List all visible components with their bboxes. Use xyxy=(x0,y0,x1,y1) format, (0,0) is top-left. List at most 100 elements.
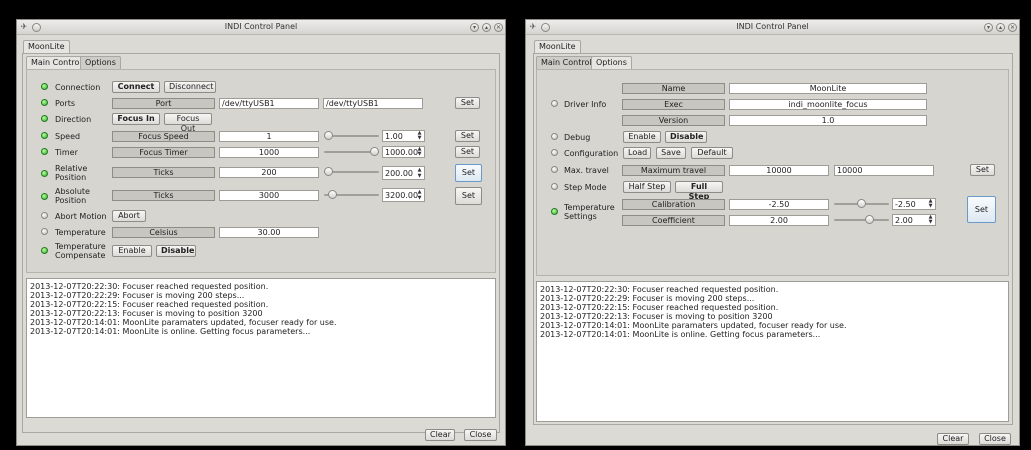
minimize-button[interactable]: ▾ xyxy=(470,23,479,32)
disconnect-button[interactable]: Disconnect xyxy=(164,81,216,93)
maximize-button[interactable]: ▴ xyxy=(482,23,491,32)
max-travel-input[interactable] xyxy=(834,165,934,176)
status-light-speed xyxy=(41,132,48,139)
set-absolute-position-button[interactable]: Set xyxy=(455,187,482,205)
property-label: Timer xyxy=(55,148,78,157)
window-title: INDI Control Panel xyxy=(736,22,809,31)
device-tab-moonlite[interactable]: MoonLite xyxy=(23,40,70,53)
title-bar[interactable]: ✈ INDI Control Panel ▾ ▴ ✕ xyxy=(526,20,1019,35)
coefficient-spinbox[interactable]: 2.00 ▲ ▼ xyxy=(892,214,936,226)
set-relative-position-button[interactable]: Set xyxy=(455,164,482,182)
focus-in-button[interactable]: Focus In xyxy=(112,113,160,125)
calibration-value: -2.50 xyxy=(729,199,829,210)
tab-options[interactable]: Options xyxy=(80,56,121,69)
slider-track xyxy=(834,219,889,221)
timer-value: 1000 xyxy=(219,147,319,158)
spin-down-icon[interactable]: ▼ xyxy=(927,220,934,225)
maximize-button[interactable]: ▴ xyxy=(996,23,1005,32)
spinbox-value: 1000.00 xyxy=(385,148,419,157)
clear-button[interactable]: Clear xyxy=(937,433,969,445)
spin-down-icon[interactable]: ▼ xyxy=(927,204,934,209)
close-button[interactable]: Close xyxy=(464,429,497,441)
half-step-button[interactable]: Half Step xyxy=(623,181,671,193)
property-label: Debug xyxy=(564,133,591,142)
element-label: Focus Speed xyxy=(112,131,215,142)
config-default-button[interactable]: Default xyxy=(691,147,733,159)
speed-slider[interactable] xyxy=(324,131,379,141)
property-label: Abort Motion xyxy=(55,212,107,221)
abort-button[interactable]: Abort xyxy=(112,210,146,222)
slider-knob[interactable] xyxy=(857,199,866,208)
speed-value: 1 xyxy=(219,131,319,142)
config-save-button[interactable]: Save xyxy=(656,147,686,159)
full-step-button[interactable]: Full Step xyxy=(675,181,723,201)
slider-knob[interactable] xyxy=(865,215,874,224)
element-label: Calibration xyxy=(622,199,725,210)
relative-position-value: 200 xyxy=(219,167,319,178)
spin-down-icon[interactable]: ▼ xyxy=(416,174,423,179)
coefficient-slider[interactable] xyxy=(834,215,889,225)
property-label: Step Mode xyxy=(564,183,607,192)
spin-down-icon[interactable]: ▼ xyxy=(416,152,423,157)
tab-main-control[interactable]: Main Control xyxy=(536,56,597,69)
relative-position-spinbox[interactable]: 200.00 ▲ ▼ xyxy=(382,166,425,180)
temperature-value: 30.00 xyxy=(219,227,319,238)
property-label-line1: Temperature xyxy=(564,203,615,212)
log-line: 2013-12-07T20:22:30: Focuser reached req… xyxy=(540,285,779,294)
disable-compensation-button[interactable]: Disable xyxy=(156,245,196,257)
minimize-button[interactable]: ▾ xyxy=(984,23,993,32)
status-light-max-travel xyxy=(551,166,558,173)
absolute-position-slider[interactable] xyxy=(324,190,379,200)
set-max-travel-button[interactable]: Set xyxy=(970,164,995,176)
status-light-temperature-settings xyxy=(551,208,558,215)
close-window-button[interactable]: ✕ xyxy=(1008,23,1017,32)
log-line: 2013-12-07T20:22:13: Focuser is moving t… xyxy=(540,312,773,321)
port-value: /dev/ttyUSB1 xyxy=(219,98,319,109)
calibration-slider[interactable] xyxy=(834,199,889,209)
enable-compensation-button[interactable]: Enable xyxy=(112,245,152,257)
element-label: Version xyxy=(622,115,725,126)
debug-enable-button[interactable]: Enable xyxy=(623,131,661,143)
spin-down-icon[interactable]: ▼ xyxy=(416,136,423,141)
set-temperature-settings-button[interactable]: Set xyxy=(967,196,996,223)
port-input[interactable] xyxy=(323,98,423,109)
config-load-button[interactable]: Load xyxy=(623,147,651,159)
spin-down-icon[interactable]: ▼ xyxy=(416,196,423,201)
element-label: Maximum travel xyxy=(622,165,725,176)
speed-spinbox[interactable]: 1.00 ▲ ▼ xyxy=(382,130,425,142)
device-tab-moonlite[interactable]: MoonLite xyxy=(534,40,581,53)
set-ports-button[interactable]: Set xyxy=(455,97,480,109)
calibration-spinbox[interactable]: -2.50 ▲ ▼ xyxy=(892,198,936,210)
focus-out-button[interactable]: Focus Out xyxy=(164,113,212,133)
property-label: Speed xyxy=(55,132,81,141)
slider-knob[interactable] xyxy=(324,131,333,140)
element-label: Ticks xyxy=(112,167,215,178)
log-line: 2013-12-07T20:22:15: Focuser reached req… xyxy=(540,303,779,312)
set-timer-button[interactable]: Set xyxy=(455,146,480,158)
debug-disable-button[interactable]: Disable xyxy=(665,131,707,143)
close-button[interactable]: Close xyxy=(979,433,1011,445)
title-bar[interactable]: ✈ INDI Control Panel ▾ ▴ ✕ xyxy=(17,20,505,35)
status-light-abort-motion xyxy=(41,212,48,219)
relative-position-slider[interactable] xyxy=(324,167,379,177)
message-log[interactable]: 2013-12-07T20:22:30: Focuser reached req… xyxy=(26,278,496,418)
tab-main-control[interactable]: Main Control xyxy=(26,56,87,69)
status-light-temperature-compensate xyxy=(41,247,48,254)
main-control-panel: Connection Connect Disconnect Ports Port… xyxy=(26,69,496,273)
clear-button[interactable]: Clear xyxy=(425,429,455,441)
slider-knob[interactable] xyxy=(370,147,379,156)
message-log[interactable]: 2013-12-07T20:22:30: Focuser reached req… xyxy=(536,281,1009,422)
set-speed-button[interactable]: Set xyxy=(455,130,480,142)
connect-button[interactable]: Connect xyxy=(112,81,160,93)
slider-knob[interactable] xyxy=(328,190,337,199)
timer-spinbox[interactable]: 1000.00 ▲ ▼ xyxy=(382,146,425,158)
tab-options[interactable]: Options xyxy=(591,56,632,69)
status-light-step-mode xyxy=(551,183,558,190)
status-light-debug xyxy=(551,133,558,140)
absolute-position-spinbox[interactable]: 3200.00 ▲ ▼ xyxy=(382,188,425,202)
close-window-button[interactable]: ✕ xyxy=(494,23,503,32)
slider-knob[interactable] xyxy=(324,167,333,176)
property-label-line1: Absolute xyxy=(55,187,90,196)
timer-slider[interactable] xyxy=(324,147,379,157)
property-label-line2: Position xyxy=(55,196,87,205)
